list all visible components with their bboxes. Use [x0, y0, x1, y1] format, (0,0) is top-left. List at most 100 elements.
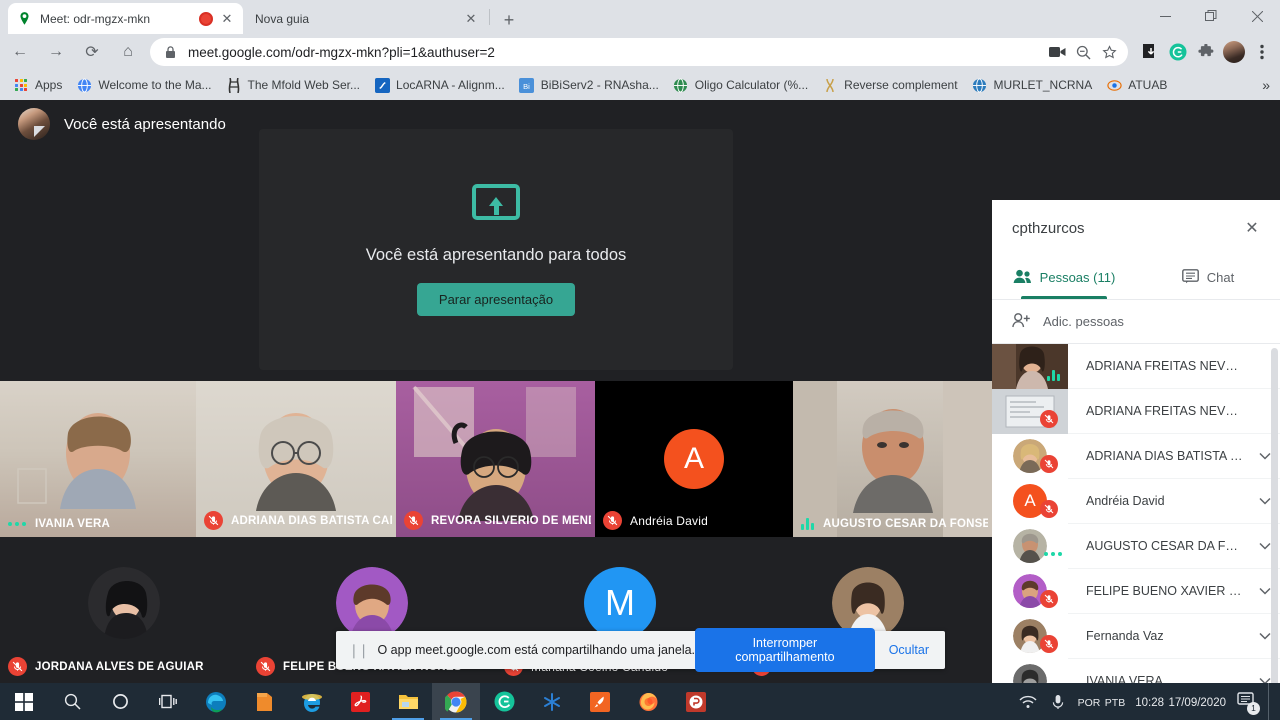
profile-avatar[interactable]: [1220, 38, 1248, 66]
tab-label: Chat: [1206, 270, 1235, 285]
minimize-button[interactable]: [1142, 0, 1188, 32]
extensions-puzzle-icon[interactable]: [1192, 38, 1220, 66]
locarna-icon: [374, 77, 390, 93]
bookmark-apps[interactable]: Apps: [6, 73, 69, 97]
mic-off-icon: [1040, 589, 1058, 608]
video-tile[interactable]: AUGUSTO CESAR DA FONSEC…: [793, 381, 992, 537]
download-icon[interactable]: [1136, 38, 1164, 66]
panel-header: cpthzurcos ✕: [992, 200, 1280, 256]
participant-video: [793, 381, 992, 537]
tab-strip: Meet: odr-mgzx-mkn ✕ Nova guia ✕ +: [0, 0, 1280, 34]
stop-presenting-button[interactable]: Parar apresentação: [416, 282, 576, 316]
forward-button[interactable]: →: [40, 36, 72, 68]
participant-name: Andréia David: [1086, 494, 1165, 508]
video-tile[interactable]: A Andréia David: [595, 381, 793, 537]
speaking-bars-icon: [1047, 369, 1060, 381]
bookmark-label: ATUAB: [1128, 78, 1168, 92]
notifications-button[interactable]: 1: [1236, 691, 1260, 715]
add-people-button[interactable]: Adic. pessoas: [992, 300, 1280, 344]
hide-notification-button[interactable]: Ocultar: [883, 643, 935, 657]
mic-off-icon: [603, 511, 622, 530]
bookmark-oligo-calculator[interactable]: Oligo Calculator (%...: [666, 73, 815, 97]
camera-icon[interactable]: [1044, 39, 1070, 65]
back-button[interactable]: ←: [4, 36, 36, 68]
participant-name: Fernanda Vaz: [1086, 629, 1164, 643]
bookmark-locarna[interactable]: LocARNA - Alignm...: [367, 73, 512, 97]
firefox-button[interactable]: [624, 683, 672, 720]
maximize-restore-button[interactable]: [1188, 0, 1234, 32]
windows-taskbar: POR PTB 10:28 17/09/2020 1: [0, 683, 1280, 720]
home-button[interactable]: ⌂: [112, 36, 144, 68]
video-tile[interactable]: REVORA SILVERIO DE MENDO…: [396, 381, 595, 537]
reload-button[interactable]: ⟳: [76, 36, 108, 68]
close-window-button[interactable]: [1234, 0, 1280, 32]
bookmark-label: Welcome to the Ma...: [98, 78, 212, 92]
participant-list[interactable]: ADRIANA FREITAS NEVES (você) ADRIANA FRE…: [992, 344, 1280, 720]
tab-recording-indicator-icon: [199, 11, 213, 26]
close-panel-button[interactable]: ✕: [1238, 214, 1266, 242]
rocket-button[interactable]: [576, 683, 624, 720]
task-view-button[interactable]: [144, 683, 192, 720]
notification-count-badge: 1: [1247, 701, 1260, 715]
avatar-initial: A: [683, 442, 704, 475]
bookmark-reverse-complement[interactable]: Reverse complement: [815, 73, 964, 97]
adobe-reader-button[interactable]: [336, 683, 384, 720]
tab-meet[interactable]: Meet: odr-mgzx-mkn ✕: [8, 3, 243, 34]
clock[interactable]: 10:28 17/09/2020: [1135, 693, 1226, 711]
tab-close-icon[interactable]: ✕: [219, 11, 235, 27]
bookmark-murlet-ncrna[interactable]: MURLET_NCRNA: [965, 73, 1100, 97]
search-button[interactable]: [48, 683, 96, 720]
snowflake-button[interactable]: [528, 683, 576, 720]
stop-sharing-button[interactable]: Interromper compartilhamento: [695, 628, 875, 672]
meet-icon: [16, 11, 32, 27]
internet-explorer-button[interactable]: [288, 683, 336, 720]
tab-pessoas[interactable]: Pessoas (11): [992, 256, 1136, 299]
video-tile[interactable]: IVANIA VERA: [0, 381, 196, 537]
bookmark-welcome-mathematica[interactable]: Welcome to the Ma...: [69, 73, 218, 97]
tab-new[interactable]: Nova guia ✕: [247, 3, 487, 34]
cortana-button[interactable]: [96, 683, 144, 720]
new-tab-button[interactable]: +: [497, 8, 521, 32]
tab-close-icon[interactable]: ✕: [463, 11, 479, 27]
speaking-bars-icon: [801, 518, 814, 530]
keyboard-language-indicator[interactable]: POR PTB: [1078, 693, 1126, 711]
bookmarks-overflow-button[interactable]: »: [1262, 77, 1280, 93]
powerpoint-button[interactable]: [672, 683, 720, 720]
start-button[interactable]: [0, 683, 48, 720]
list-item[interactable]: A Andréia David: [992, 478, 1280, 524]
bookmark-mfold[interactable]: The Mfold Web Ser...: [219, 73, 368, 97]
tab-divider: [489, 9, 490, 25]
bookmark-star-icon[interactable]: [1096, 39, 1122, 65]
address-bar[interactable]: meet.google.com/odr-mgzx-mkn?pli=1&authu…: [150, 38, 1128, 66]
chrome-button[interactable]: [432, 683, 480, 720]
wifi-icon[interactable]: [1018, 695, 1038, 709]
bookmark-atuab[interactable]: ATUAB: [1099, 73, 1174, 97]
list-item[interactable]: ADRIANA FREITAS NEVES (sua apres…: [992, 388, 1280, 434]
grammarly-icon[interactable]: [1164, 38, 1192, 66]
panel-scrollbar[interactable]: [1271, 348, 1278, 720]
mic-off-icon: [256, 657, 275, 676]
file-explorer-orange-button[interactable]: [240, 683, 288, 720]
list-item[interactable]: ADRIANA FREITAS NEVES (você): [992, 344, 1280, 389]
video-tiles-row-1: IVANIA VERA ADRIANA DIAS BATISTA CAMA…: [0, 381, 992, 537]
tab-chat[interactable]: Chat: [1136, 256, 1280, 299]
video-tile[interactable]: ADRIANA DIAS BATISTA CAMA…: [196, 381, 396, 537]
drag-handle[interactable]: ❘❘: [348, 642, 370, 659]
list-item[interactable]: ADRIANA DIAS BATISTA CAM…: [992, 433, 1280, 479]
bookmark-bibiserv[interactable]: Bi BiBiServ2 - RNAsha...: [512, 73, 666, 97]
microphone-icon[interactable]: [1048, 694, 1068, 710]
grammarly-button[interactable]: [480, 683, 528, 720]
list-item[interactable]: Fernanda Vaz: [992, 613, 1280, 659]
bookmark-label: Oligo Calculator (%...: [694, 78, 809, 92]
edge-button[interactable]: [192, 683, 240, 720]
avatar-initial: A: [1024, 491, 1036, 510]
avatar: [88, 567, 160, 639]
list-item[interactable]: AUGUSTO CESAR DA FONSEC…: [992, 523, 1280, 569]
video-tile[interactable]: JORDANA ALVES DE AGUIAR: [0, 537, 248, 683]
file-explorer-button[interactable]: [384, 683, 432, 720]
chrome-menu-icon[interactable]: [1248, 38, 1276, 66]
list-item[interactable]: FELIPE BUENO XAVIER NUNES: [992, 568, 1280, 614]
show-desktop-button[interactable]: [1268, 683, 1274, 720]
tile-label: ADRIANA DIAS BATISTA CAMA…: [204, 511, 392, 530]
zoom-out-icon[interactable]: [1070, 39, 1096, 65]
